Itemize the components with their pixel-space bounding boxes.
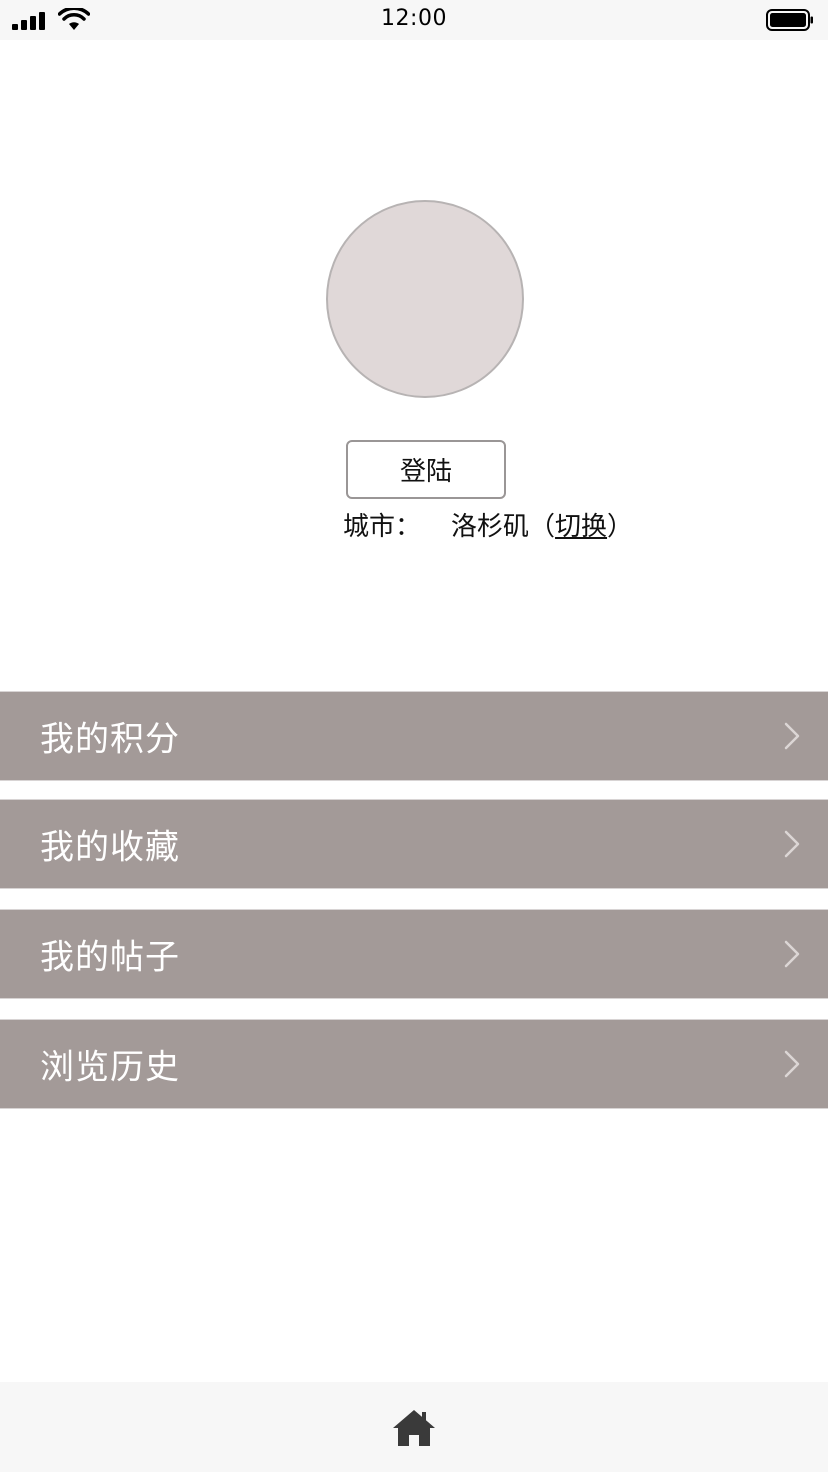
menu-item-favorites[interactable]: 我的收藏 xyxy=(0,799,828,889)
city-row: 城市： 洛杉矶（ 切换 ） xyxy=(343,506,633,542)
battery-icon xyxy=(766,9,813,31)
status-bar: 12:00 xyxy=(0,0,828,40)
city-value: 洛杉矶（ xyxy=(451,511,556,542)
tab-bar xyxy=(0,1382,828,1472)
avatar[interactable] xyxy=(326,200,524,398)
menu-item-label: 我的收藏 xyxy=(40,827,180,868)
menu-item-label: 浏览历史 xyxy=(40,1047,180,1088)
switch-city-link[interactable]: 切换 xyxy=(555,506,607,543)
chevron-right-icon xyxy=(784,1050,800,1078)
status-time: 12:00 xyxy=(381,6,447,31)
menu-item-label: 我的帖子 xyxy=(40,937,180,978)
city-suffix: ） xyxy=(607,511,634,542)
screen: 12:00 登陆 城市： 洛杉矶（ 切换 ） 我的积分 我的收藏 我的帖子 浏览… xyxy=(0,0,828,1472)
login-button[interactable]: 登陆 xyxy=(346,440,506,499)
chevron-right-icon xyxy=(784,940,800,968)
menu-item-history[interactable]: 浏览历史 xyxy=(0,1019,828,1109)
menu-item-points[interactable]: 我的积分 xyxy=(0,691,828,781)
home-icon[interactable] xyxy=(391,1408,437,1448)
menu-item-label: 我的积分 xyxy=(40,719,180,760)
city-label: 城市： xyxy=(343,511,422,542)
chevron-right-icon xyxy=(784,830,800,858)
chevron-right-icon xyxy=(784,722,800,750)
menu-item-posts[interactable]: 我的帖子 xyxy=(0,909,828,999)
